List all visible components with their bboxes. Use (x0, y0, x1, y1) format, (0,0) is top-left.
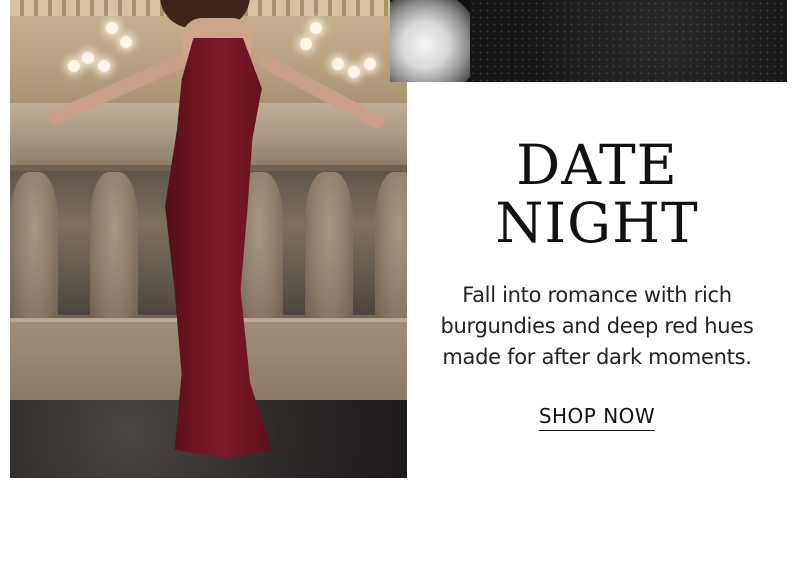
chandelier-light (68, 60, 80, 72)
baluster (305, 172, 353, 332)
chandelier-light (120, 36, 132, 48)
chandelier-light (300, 38, 312, 50)
shop-now-link[interactable]: SHOP NOW (538, 404, 656, 431)
chandelier-light (98, 60, 110, 72)
chandelier-light (348, 66, 360, 78)
promo-description: Fall into romance with rich burgundies a… (440, 283, 754, 369)
chandelier-light (332, 58, 344, 70)
promo-title: DATE NIGHT (407, 136, 787, 252)
watch-detail (390, 0, 480, 82)
chandelier-light (310, 22, 322, 34)
promo-text-panel: DATE NIGHT Fall into romance with rich b… (407, 82, 787, 478)
chandelier-light (364, 58, 376, 70)
promo-title-line-2: NIGHT (495, 191, 699, 255)
sequin-fabric (470, 0, 787, 82)
cta-container: SHOP NOW (407, 404, 787, 431)
chandelier-light (82, 52, 94, 64)
baluster (375, 172, 407, 332)
chandelier-light (106, 22, 118, 34)
promo-title-line-1: DATE (516, 133, 678, 197)
secondary-image-strip[interactable] (390, 0, 787, 82)
baluster (90, 172, 138, 332)
hero-image-woman-burgundy-gown[interactable] (10, 0, 407, 478)
baluster (10, 172, 58, 332)
